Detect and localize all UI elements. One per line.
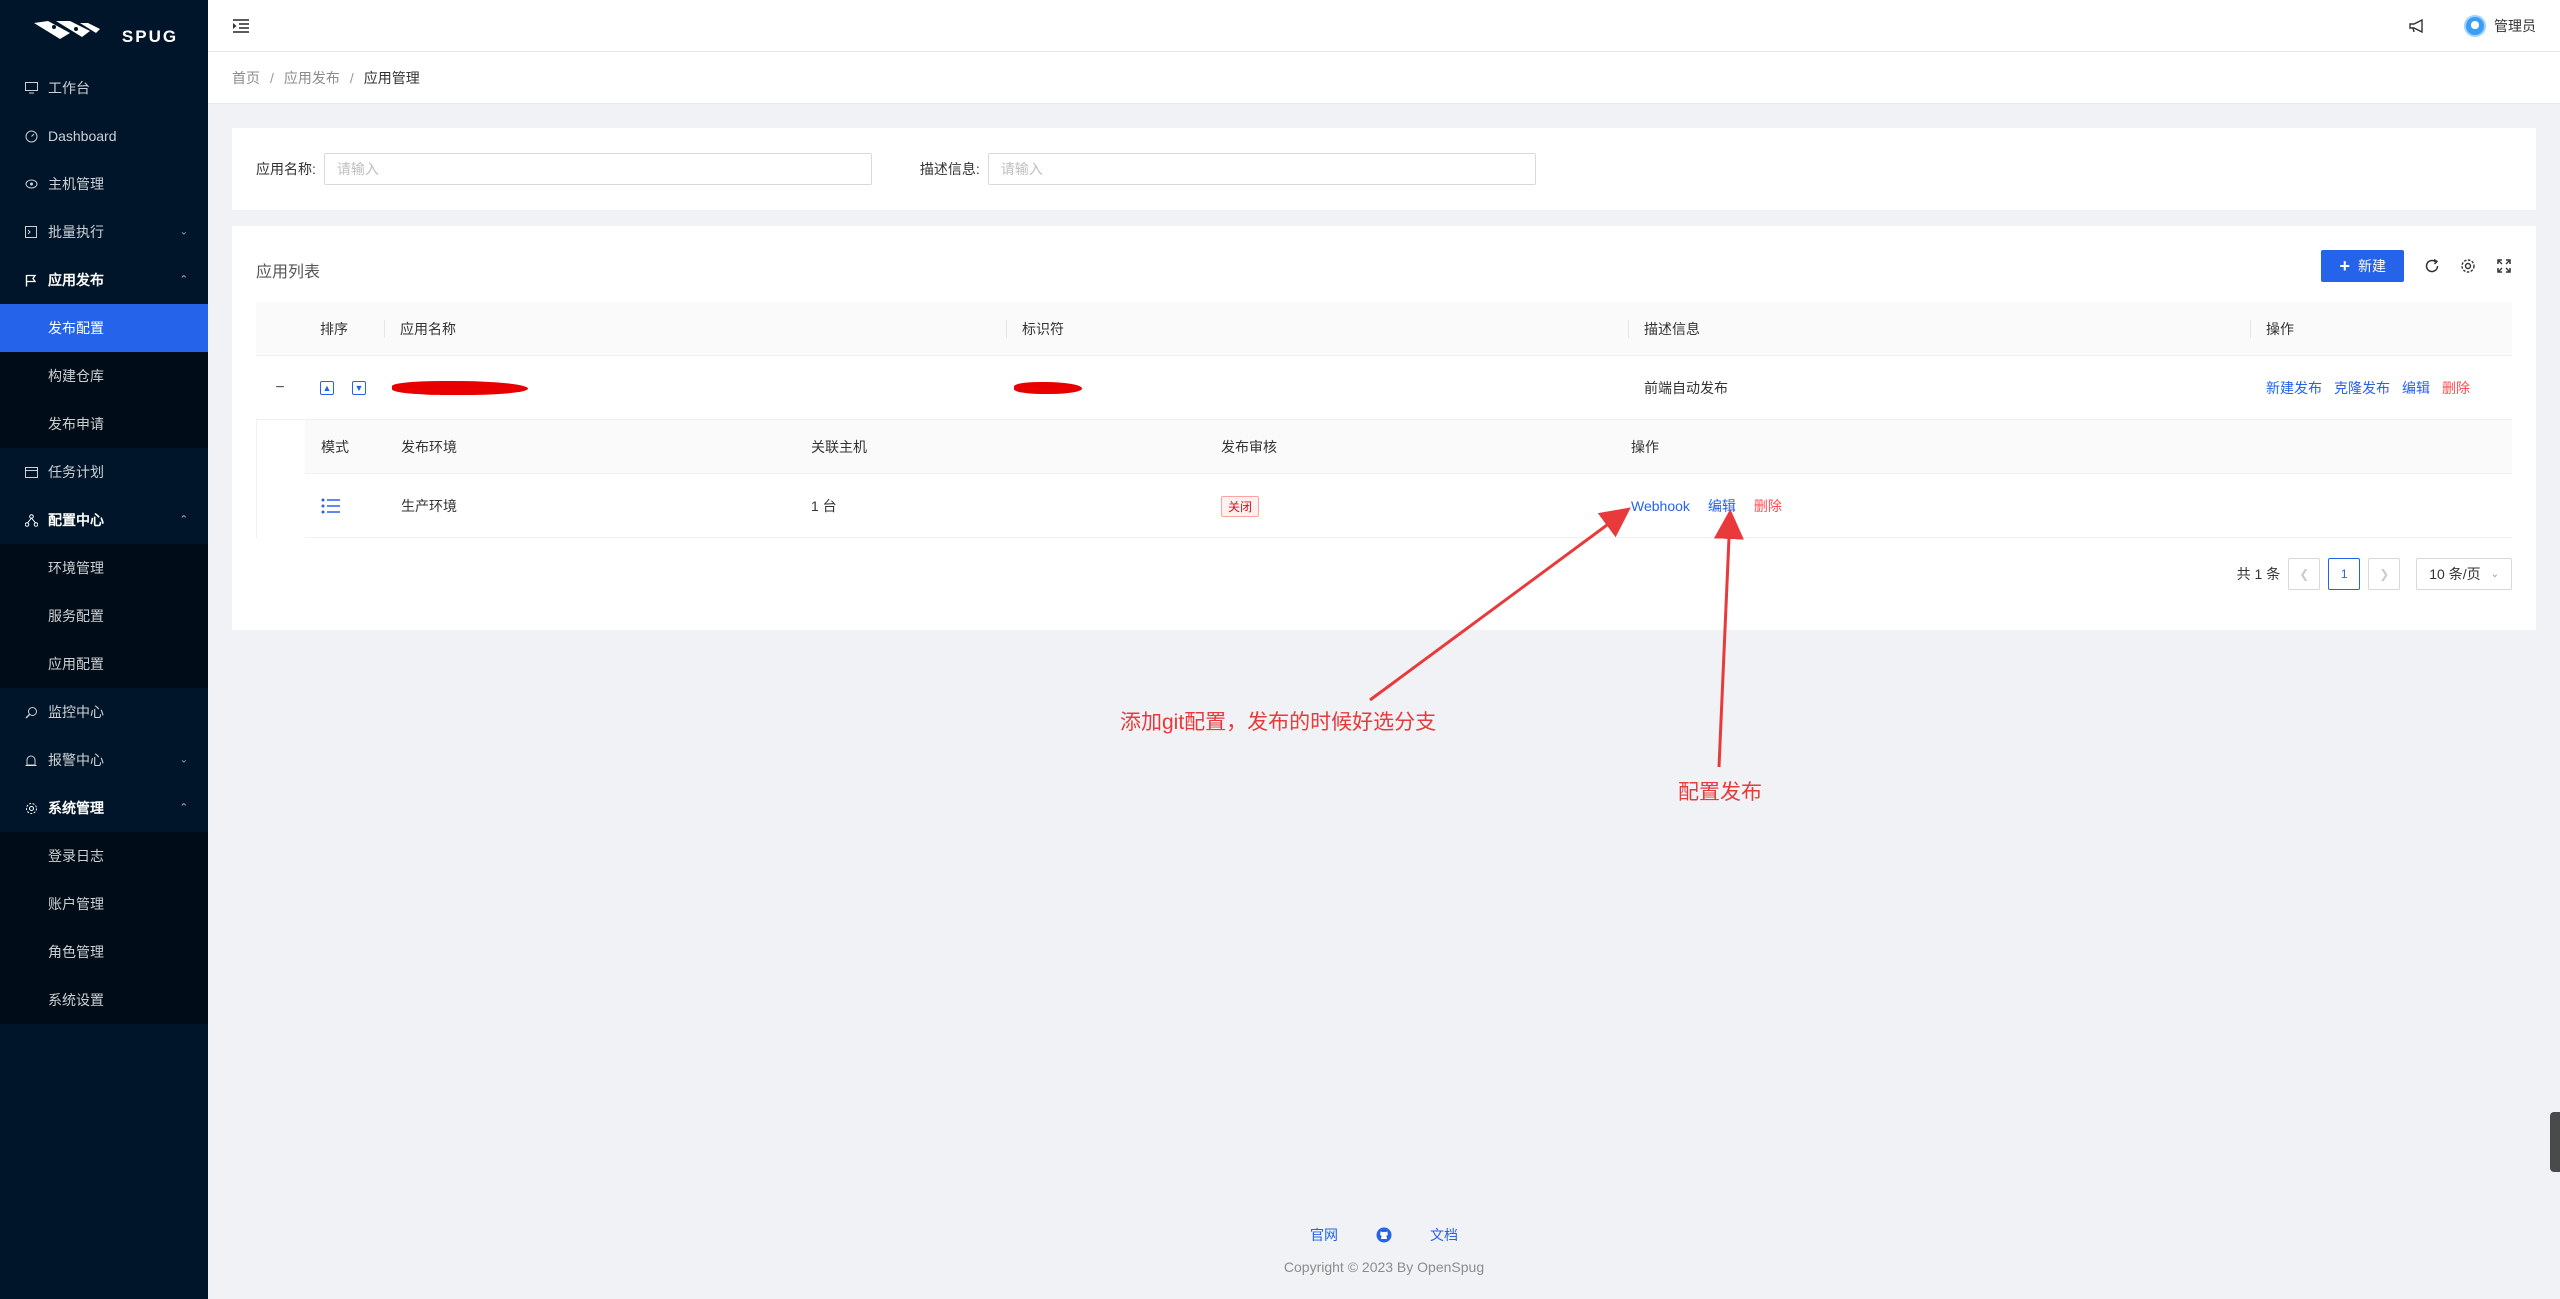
official-site-link[interactable]: 官网	[1310, 1225, 1338, 1245]
footer: 官网 文档 Copyright © 2023 By OpenSpug	[208, 1225, 2560, 1275]
annotation-config-publish: 配置发布	[1678, 781, 1762, 804]
annotation-git-config: 添加git配置，发布的时候好选分支	[1120, 711, 1437, 734]
side-drawer-handle[interactable]	[2550, 1112, 2560, 1172]
annotation-arrows	[1369, 507, 1744, 768]
arrow-to-edit	[1713, 509, 1744, 768]
arrow-to-webhook	[1369, 507, 1631, 702]
github-icon[interactable]	[1376, 1227, 1392, 1243]
copyright: Copyright © 2023 By OpenSpug	[1283, 1259, 1485, 1275]
footer-links: 官网 文档	[208, 1225, 2560, 1245]
docs-link[interactable]: 文档	[1430, 1225, 1458, 1245]
